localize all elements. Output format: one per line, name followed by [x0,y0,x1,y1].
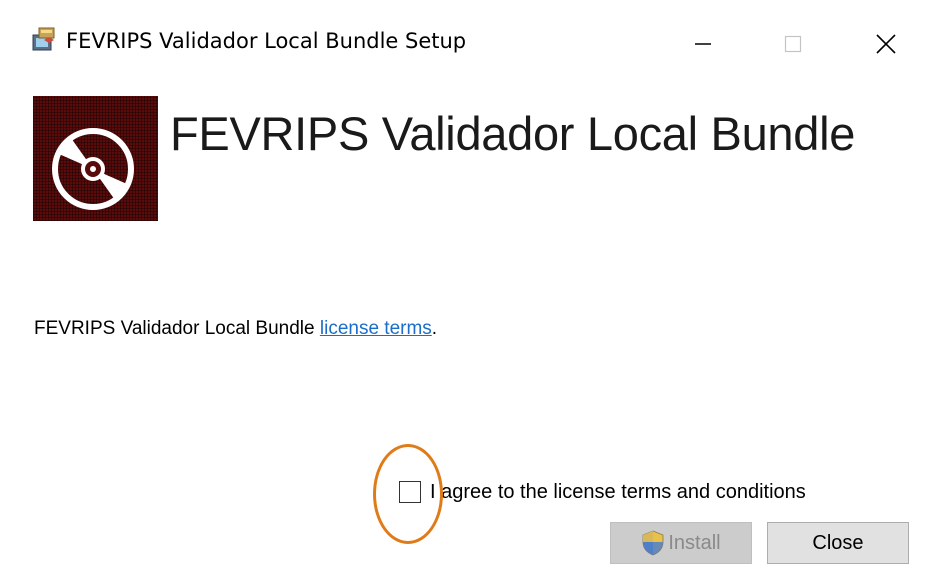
close-button-label: Close [812,531,864,554]
minimize-button[interactable] [673,18,733,70]
maximize-icon [784,35,802,53]
title-bar[interactable]: FEVRIPS Validador Local Bundle Setup [0,0,929,88]
disc-icon [52,128,134,210]
installer-app-icon [32,27,55,51]
agree-checkbox-label[interactable]: I agree to the license terms and conditi… [430,481,806,504]
product-title: FEVRIPS Validador Local Bundle [170,107,856,160]
license-terms-link[interactable]: license terms [320,318,432,339]
install-button-label: Install [668,531,721,554]
minimize-icon [695,43,711,45]
close-icon [876,34,896,54]
install-button[interactable]: Install [610,522,752,564]
maximize-button[interactable] [763,18,823,70]
product-logo [33,96,158,221]
uac-shield-icon [642,530,664,556]
agree-checkbox[interactable] [399,481,421,503]
license-notice: FEVRIPS Validador Local Bundle license t… [34,318,437,340]
license-suffix: . [431,318,438,339]
window-close-button[interactable] [856,18,916,70]
close-button[interactable]: Close [767,522,909,564]
license-prefix: FEVRIPS Validador Local Bundle [34,318,320,339]
setup-window: FEVRIPS Validador Local Bundle Setup FEV… [0,0,929,587]
window-title: FEVRIPS Validador Local Bundle Setup [66,29,467,53]
license-agreement-row[interactable]: I agree to the license terms and conditi… [399,477,806,507]
